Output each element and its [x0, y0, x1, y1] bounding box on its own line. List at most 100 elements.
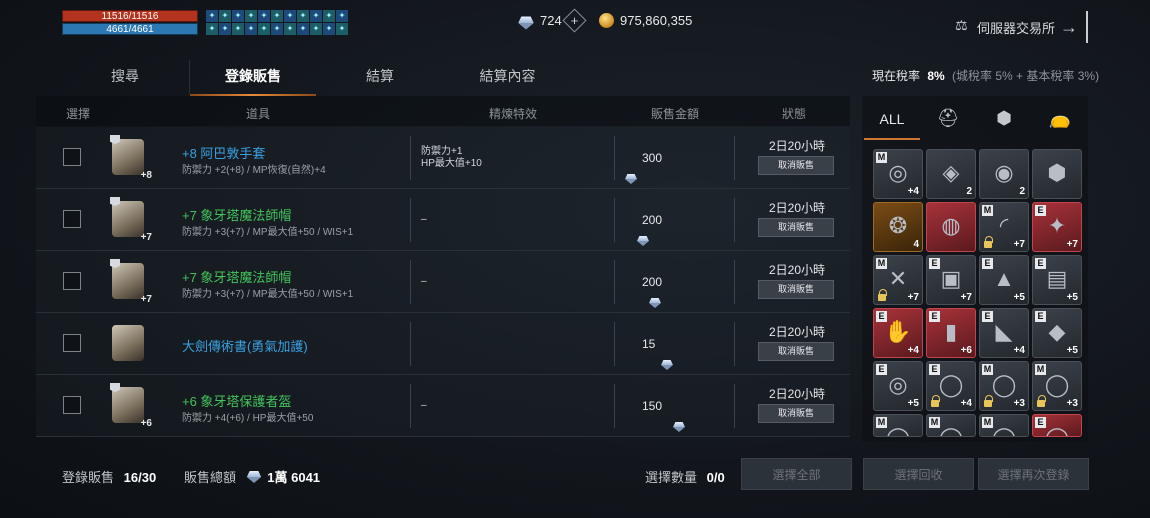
table-row[interactable] [36, 313, 850, 375]
inventory-slot[interactable]: ◍ [926, 202, 976, 252]
inventory-slot[interactable]: ◉ 2 [979, 149, 1029, 199]
lock-icon [1037, 395, 1046, 407]
buff-icon: ✦ [232, 10, 244, 22]
item-icon: ◣ [995, 319, 1013, 344]
buff-icon: ✦ [310, 23, 322, 35]
filter-item-tab[interactable]: ⬢ [976, 104, 1032, 140]
diamond-icon [625, 174, 637, 184]
exchange-label[interactable]: 伺服器交易所 [977, 18, 1055, 37]
grade-tag: E [929, 364, 940, 375]
grade-tag: E [1035, 311, 1046, 322]
buff-icon: ✦ [219, 23, 231, 35]
tax-label: 現在稅率 [872, 69, 921, 83]
grade-tag: E [929, 258, 940, 269]
inventory-slot[interactable]: ◯M [926, 414, 976, 437]
grade-tag: E [982, 311, 993, 322]
lock-icon [931, 395, 940, 407]
grade-tag: M [876, 152, 887, 163]
item-stats: 防禦力 +2(+8) / MP恢復(自然)+4 [182, 165, 326, 176]
column-divider [734, 322, 735, 366]
table-row[interactable] [36, 189, 850, 251]
filter-bag-tab[interactable]: 👝 [1032, 104, 1088, 140]
exchange-exit-button[interactable]: → [1058, 11, 1088, 43]
grade-tag: M [1035, 364, 1046, 375]
inventory-slot[interactable]: ◯ M +3 [979, 361, 1029, 411]
tax-rate: 現在稅率 8% (城稅率 5% + 基本稅率 3%) [872, 67, 1099, 84]
filter-armor-tab[interactable]: ⛑ [920, 104, 976, 140]
recall-selected-button[interactable]: 選擇回收 [863, 458, 974, 490]
helmet-icon: ⛑ [936, 108, 960, 128]
inventory-slot[interactable]: ◜ M +7 [979, 202, 1029, 252]
inventory-slot[interactable]: ◯ E +4 [926, 361, 976, 411]
buff-icon: ✦ [271, 23, 283, 35]
row-checkbox[interactable] [63, 272, 81, 290]
relist-selected-button[interactable]: 選擇再次登錄 [978, 458, 1089, 490]
tax-detail: (城稅率 5% + 基本稅率 3%) [952, 69, 1100, 83]
item-stats: 防禦力 +3(+7) / MP最大值+50 / WIS+1 [182, 227, 354, 238]
selected-label: 選擇數量 [645, 470, 698, 485]
item-count: +4 [907, 186, 919, 197]
inventory-slot[interactable]: ◎ M +4 [873, 149, 923, 199]
tab-search[interactable]: 搜尋 [90, 66, 160, 94]
inventory-slot[interactable]: ◎ E +5 [873, 361, 923, 411]
lock-icon [878, 289, 887, 301]
row-checkbox[interactable] [63, 210, 81, 228]
item-icon: ◎ [888, 160, 908, 185]
filter-all-tab[interactable]: ALL [864, 104, 920, 140]
cancel-sale-button[interactable]: 取消販售 [758, 156, 834, 175]
inventory-slot[interactable]: ❂ 4 [873, 202, 923, 252]
inventory-slot[interactable]: ◯M [873, 414, 923, 437]
inventory-slot[interactable]: ⬢ [1032, 149, 1082, 199]
refine-effect: 防禦力+1 [421, 146, 463, 157]
buff-icon: ✦ [206, 10, 218, 22]
grade-tag: E [876, 364, 887, 375]
inventory-slot[interactable]: ▤ E +5 [1032, 255, 1082, 305]
total-value: 1萬 6041 [267, 470, 321, 485]
adena-count: 975,860,355 [620, 13, 693, 28]
table-row[interactable] [36, 375, 850, 437]
grade-tag: E [982, 258, 993, 269]
item-icon: ▣ [940, 266, 962, 291]
grade-tag: E [929, 311, 940, 322]
column-divider [734, 198, 735, 242]
item-icon: ◈ [942, 160, 960, 185]
inventory-slot[interactable]: ◣ E +4 [979, 308, 1029, 358]
grade-tag: E [1035, 205, 1046, 216]
tab-settlement-details[interactable]: 結算內容 [460, 66, 555, 94]
row-checkbox[interactable] [63, 396, 81, 414]
tab-register-sale[interactable]: 登錄販售 [190, 66, 316, 94]
row-checkbox[interactable] [63, 148, 81, 166]
inventory-slot[interactable]: ◯ M +3 [1032, 361, 1082, 411]
tab-settlement[interactable]: 結算 [345, 66, 415, 94]
grade-tag: E [1035, 417, 1046, 428]
item-name: +8 阿巴敦手套 [182, 146, 266, 161]
item-count: +4 [960, 398, 972, 409]
row-checkbox[interactable] [63, 334, 81, 352]
cancel-sale-button[interactable]: 取消販售 [758, 404, 834, 423]
item-icon: ▮ [944, 319, 958, 344]
inventory-slot[interactable]: ▲ E +5 [979, 255, 1029, 305]
buff-icon: ✦ [232, 23, 244, 35]
buff-icon: ✦ [271, 10, 283, 22]
column-divider [410, 322, 411, 366]
inventory-slot[interactable]: ✦ E +7 [1032, 202, 1082, 252]
item-count: +5 [1066, 345, 1078, 356]
inventory-slot[interactable]: ▣ E +7 [926, 255, 976, 305]
select-all-button[interactable]: 選擇全部 [741, 458, 852, 490]
item-count: +7 [1066, 239, 1078, 250]
inventory-slot[interactable]: ◆ E +5 [1032, 308, 1082, 358]
cancel-sale-button[interactable]: 取消販售 [758, 342, 834, 361]
cancel-sale-button[interactable]: 取消販售 [758, 280, 834, 299]
inventory-slot[interactable]: ◈ 2 [926, 149, 976, 199]
item-icon: ◍ [941, 213, 961, 238]
inventory-slot[interactable]: ✕ M +7 [873, 255, 923, 305]
item-name: +6 象牙塔保護者盔 [182, 394, 292, 409]
inventory-slot[interactable]: ◯E [1032, 414, 1082, 437]
inventory-slot[interactable]: ▮ E +6 [926, 308, 976, 358]
cancel-sale-button[interactable]: 取消販售 [758, 218, 834, 237]
grade-tag: M [876, 258, 887, 269]
header-status: 狀態 [782, 107, 807, 121]
inventory-slot[interactable]: ◯M [979, 414, 1029, 437]
table-row[interactable] [36, 251, 850, 313]
inventory-slot[interactable]: ✋ E +4 [873, 308, 923, 358]
